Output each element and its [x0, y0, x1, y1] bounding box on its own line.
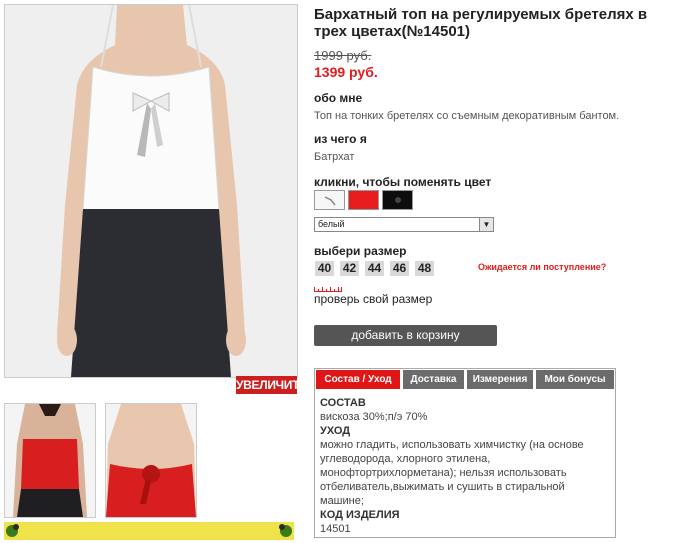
main-product-photo[interactable]: [4, 4, 298, 378]
size-heading: выбери размер: [314, 244, 407, 258]
size-option-40[interactable]: 40: [315, 261, 334, 276]
carousel-bar: [4, 522, 294, 540]
model-illustration: [5, 5, 297, 377]
thumbnail-image: [106, 404, 196, 517]
thumbnail-red-bow[interactable]: [105, 403, 197, 518]
availability-link[interactable]: Ожидается ли поступление?: [478, 262, 606, 272]
scroll-left-icon[interactable]: [4, 522, 22, 538]
composition-text: вискоза 30%;п/э 70%: [320, 411, 428, 423]
check-size-link[interactable]: проверь свой размер: [314, 292, 432, 306]
product-title: Бархатный топ на регулируемых бретелях в…: [314, 6, 648, 40]
code-heading: КОД ИЗДЕЛИЯ: [320, 509, 400, 521]
swatch-black-icon: [395, 197, 401, 203]
swatch-black[interactable]: [382, 190, 413, 210]
tab-delivery[interactable]: Доставка: [403, 370, 464, 389]
old-price: 1999 руб.: [314, 48, 372, 63]
care-heading: УХОД: [320, 425, 351, 437]
tab-content: СОСТАВ вискоза 30%;п/э 70% УХОД можно гл…: [320, 396, 610, 536]
chevron-down-icon[interactable]: ▼: [479, 218, 493, 231]
new-price: 1399 руб.: [314, 64, 378, 80]
code-text: 14501: [320, 523, 351, 535]
add-to-cart-button[interactable]: добавить в корзину: [314, 325, 497, 346]
color-select[interactable]: белый ▼: [314, 217, 494, 232]
about-heading: обо мне: [314, 91, 363, 105]
material-text: Батрхат: [314, 151, 355, 163]
thumbnail-image: [5, 404, 95, 517]
scroll-right-icon[interactable]: [276, 522, 294, 538]
size-option-42[interactable]: 42: [340, 261, 359, 276]
material-heading: из чего я: [314, 132, 367, 146]
about-text: Топ на тонких бретелях со съемным декора…: [314, 110, 620, 122]
care-text: можно гладить, использовать химчистку (н…: [320, 439, 584, 507]
tab-composition[interactable]: Состав / Уход: [316, 370, 400, 389]
ruler-icon: [314, 285, 342, 292]
size-option-44[interactable]: 44: [365, 261, 384, 276]
color-heading: кликни, чтобы поменять цвет: [314, 175, 492, 189]
tab-measurements[interactable]: Измерения: [467, 370, 533, 389]
swatch-red[interactable]: [348, 190, 379, 210]
size-option-46[interactable]: 46: [390, 261, 409, 276]
swatch-white-icon: [324, 196, 336, 206]
tab-bonuses[interactable]: Мои бонусы: [536, 370, 614, 389]
composition-heading: СОСТАВ: [320, 397, 366, 409]
color-select-value: белый: [318, 219, 345, 229]
swatch-white[interactable]: [314, 190, 345, 210]
size-option-48[interactable]: 48: [415, 261, 434, 276]
thumbnail-red-back[interactable]: [4, 403, 96, 518]
zoom-button[interactable]: УВЕЛИЧИТЬ: [236, 376, 308, 394]
